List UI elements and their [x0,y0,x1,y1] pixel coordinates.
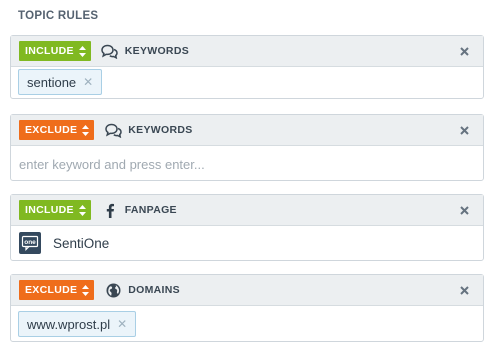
close-icon[interactable] [458,204,470,216]
close-icon[interactable] [458,124,470,136]
up-down-arrows-icon [78,204,86,216]
speech-bubbles-icon [104,121,122,139]
keyword-tag: sentione ✕ [18,69,103,95]
rule-label: KEYWORDS [128,124,193,136]
rule-header: INCLUDE KEYWORDS [11,36,483,67]
rule-exclude-domains: EXCLUDE DOMAINS www.wprost.pl ✕ [10,274,484,342]
rule-include-keywords: INCLUDE KEYWORDS sentione ✕ [10,35,484,99]
exclude-toggle-button[interactable]: EXCLUDE [19,120,95,140]
close-icon[interactable] [458,284,470,296]
remove-tag-icon[interactable]: ✕ [117,317,127,331]
avatar-text: one [24,239,36,246]
keyword-input[interactable] [19,155,459,173]
section-title: TOPIC RULES [18,10,99,22]
speech-bubbles-icon [101,42,119,60]
rule-header: EXCLUDE KEYWORDS [11,115,483,146]
rule-body: sentione ✕ [11,67,483,98]
rule-type-label: EXCLUDE [25,124,78,136]
rule-include-fanpage: INCLUDE FANPAGE one SentiOne [10,194,484,261]
up-down-arrows-icon [82,124,90,136]
rule-label: DOMAINS [128,284,180,296]
tag-text: www.wprost.pl [27,316,111,332]
rule-body: www.wprost.pl ✕ [11,306,483,341]
rule-exclude-keywords: EXCLUDE KEYWORDS [10,114,484,181]
facebook-icon [101,201,119,219]
close-icon[interactable] [458,45,470,57]
rule-type-label: INCLUDE [25,204,74,216]
remove-tag-icon[interactable]: ✕ [83,75,93,89]
fanpage-name: SentiOne [53,236,110,251]
rule-header: EXCLUDE DOMAINS [11,275,483,306]
include-toggle-button[interactable]: INCLUDE [19,200,91,220]
globe-icon [104,281,122,299]
rule-header: INCLUDE FANPAGE [11,195,483,226]
up-down-arrows-icon [78,45,86,57]
fanpage-logo-icon: one [21,235,39,251]
rule-label: FANPAGE [124,204,177,216]
fanpage-avatar: one [19,232,41,254]
tag-text: sentione [27,74,77,90]
rule-type-label: EXCLUDE [25,284,78,296]
rule-body [11,146,483,180]
rule-label: KEYWORDS [124,45,190,57]
exclude-toggle-button[interactable]: EXCLUDE [19,280,95,300]
domain-tag: www.wprost.pl ✕ [18,311,137,337]
rule-type-label: INCLUDE [25,45,74,57]
up-down-arrows-icon [82,284,90,296]
rule-body: one SentiOne [11,226,483,260]
include-toggle-button[interactable]: INCLUDE [19,41,91,61]
